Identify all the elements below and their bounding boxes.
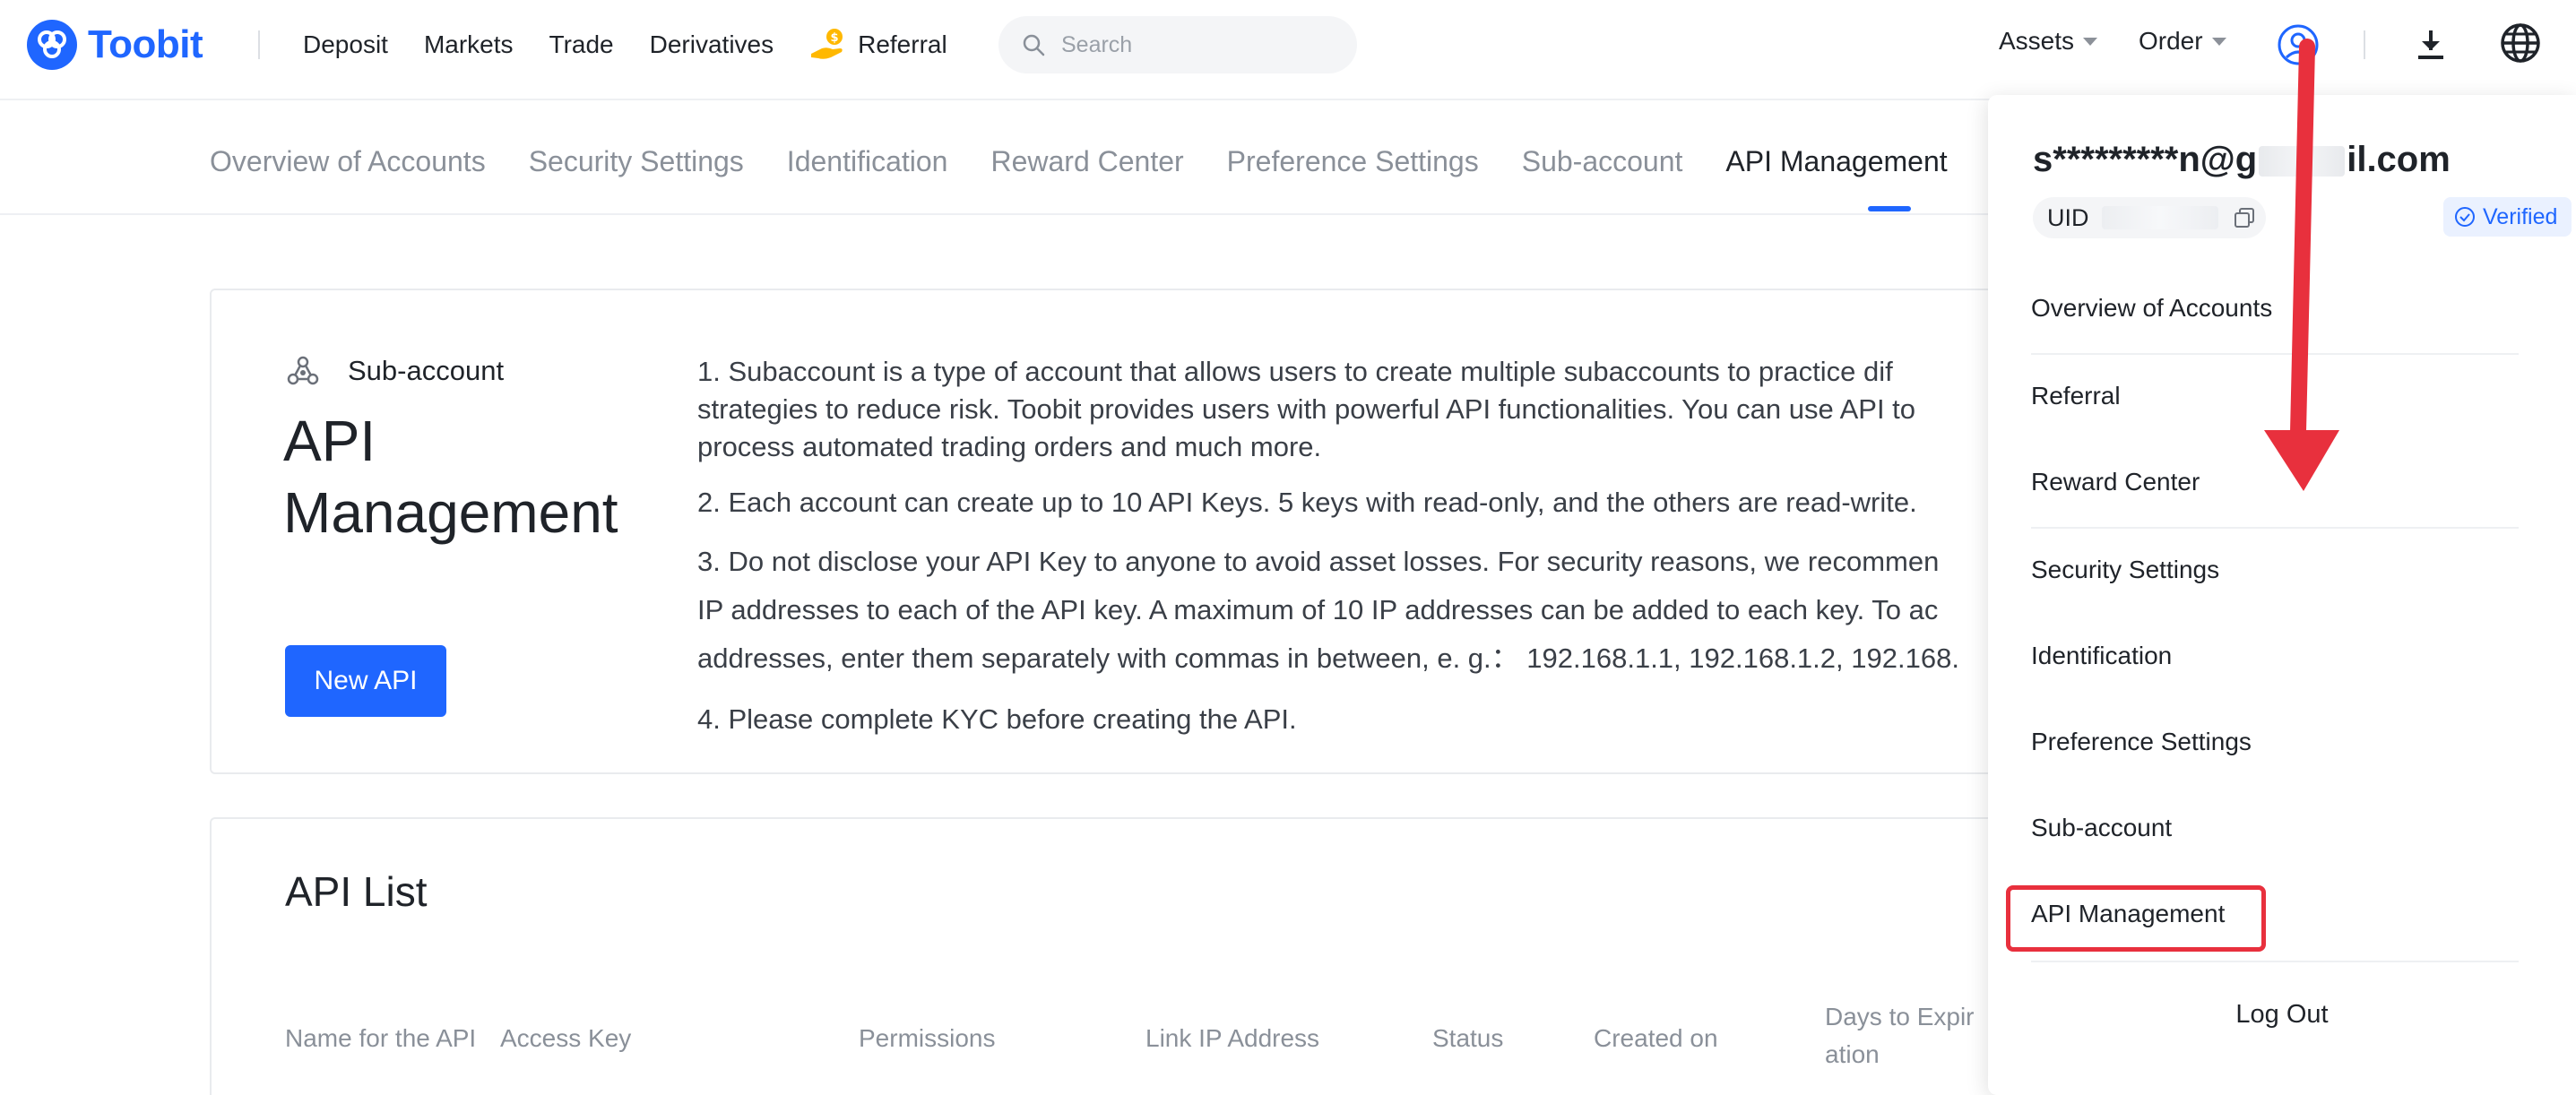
api-list-title: API List (285, 868, 428, 915)
column-header-days-to-expiration: Days to Expir ation (1825, 1003, 1975, 1068)
brand-logo[interactable]: Toobit (27, 20, 203, 70)
nav-divider (2364, 30, 2365, 59)
column-header-permissions: Permissions (859, 1024, 996, 1052)
email-redaction (2259, 146, 2346, 177)
menu-item-sub-account[interactable]: Sub-account (2031, 814, 2172, 842)
tab-security-settings[interactable]: Security Settings (529, 145, 744, 178)
menu-item-security-settings[interactable]: Security Settings (2031, 556, 2219, 584)
verified-label: Verified (2483, 203, 2558, 229)
menu-item-overview-of-accounts[interactable]: Overview of Accounts (2031, 294, 2272, 323)
nav-derivatives[interactable]: Derivatives (650, 30, 774, 59)
check-circle-icon (2455, 207, 2475, 227)
main-nav: Deposit Markets Trade Derivatives $ Refe… (303, 27, 983, 63)
brand-name: Toobit (88, 22, 203, 66)
uid-label: UID (2047, 203, 2089, 231)
menu-item-reward-center[interactable]: Reward Center (2031, 468, 2200, 496)
nav-trade[interactable]: Trade (549, 30, 614, 59)
annotation-highlight-box (2006, 885, 2266, 952)
column-header-name: Name for the API (285, 1024, 477, 1052)
user-email: s*********n@g il.com (2033, 140, 2451, 179)
tab-sub-account[interactable]: Sub-account (1522, 145, 1683, 178)
download-icon[interactable] (2411, 25, 2451, 65)
top-navigation: Toobit Deposit Markets Trade Derivatives… (0, 0, 2576, 100)
column-header-access-key: Access Key (500, 1024, 632, 1052)
column-header-status: Status (1432, 1024, 1504, 1052)
nav-deposit[interactable]: Deposit (303, 30, 388, 59)
active-tab-indicator (1868, 206, 1911, 211)
menu-item-preference-settings[interactable]: Preference Settings (2031, 728, 2252, 756)
sub-account-label: Sub-account (285, 353, 504, 389)
search-box[interactable] (998, 16, 1357, 73)
nav-referral-label: Referral (858, 30, 947, 58)
nav-markets[interactable]: Markets (424, 30, 514, 59)
nav-divider (258, 30, 260, 59)
tab-identification[interactable]: Identification (787, 145, 948, 178)
order-menu[interactable]: Order (2139, 27, 2226, 56)
toobit-logo-icon (27, 20, 77, 70)
uid-pill: UID (2033, 197, 2266, 238)
copy-icon[interactable] (2233, 206, 2256, 229)
tab-overview-of-accounts[interactable]: Overview of Accounts (210, 145, 486, 178)
new-api-button[interactable]: New API (285, 645, 446, 717)
order-label: Order (2139, 27, 2203, 55)
sub-account-nodes-icon (287, 356, 319, 385)
menu-divider (2031, 527, 2519, 529)
assets-label: Assets (1999, 27, 2075, 55)
referral-coin-hand-icon: $ (811, 29, 843, 59)
svg-text:$: $ (831, 31, 839, 45)
tab-api-management[interactable]: API Management (1725, 145, 1947, 178)
sub-account-text: Sub-account (348, 355, 505, 386)
globe-language-icon[interactable] (2499, 22, 2542, 65)
menu-item-referral[interactable]: Referral (2031, 382, 2121, 410)
user-account-icon[interactable] (2277, 23, 2320, 66)
column-header-link-ip: Link IP Address (1145, 1024, 1320, 1052)
user-dropdown-menu: s*********n@g il.com UID Verified Overvie… (1988, 95, 2576, 1095)
menu-divider (2031, 961, 2519, 962)
column-header-created-on: Created on (1594, 1024, 1718, 1052)
search-icon (1023, 34, 1045, 56)
assets-menu[interactable]: Assets (1999, 27, 2098, 56)
page-title: API Management (283, 409, 618, 545)
chevron-down-icon (2083, 37, 2098, 46)
tab-reward-center[interactable]: Reward Center (990, 145, 1183, 178)
tab-preference-settings[interactable]: Preference Settings (1227, 145, 1479, 178)
chevron-down-icon (2211, 37, 2226, 46)
menu-item-identification[interactable]: Identification (2031, 642, 2172, 670)
uid-redaction (2101, 206, 2218, 229)
logout-button[interactable]: Log Out (1988, 1000, 2576, 1030)
verified-badge: Verified (2443, 197, 2572, 237)
search-input[interactable] (1061, 31, 1348, 58)
menu-divider (2031, 353, 2519, 355)
nav-referral[interactable]: $ Referral (809, 27, 947, 63)
